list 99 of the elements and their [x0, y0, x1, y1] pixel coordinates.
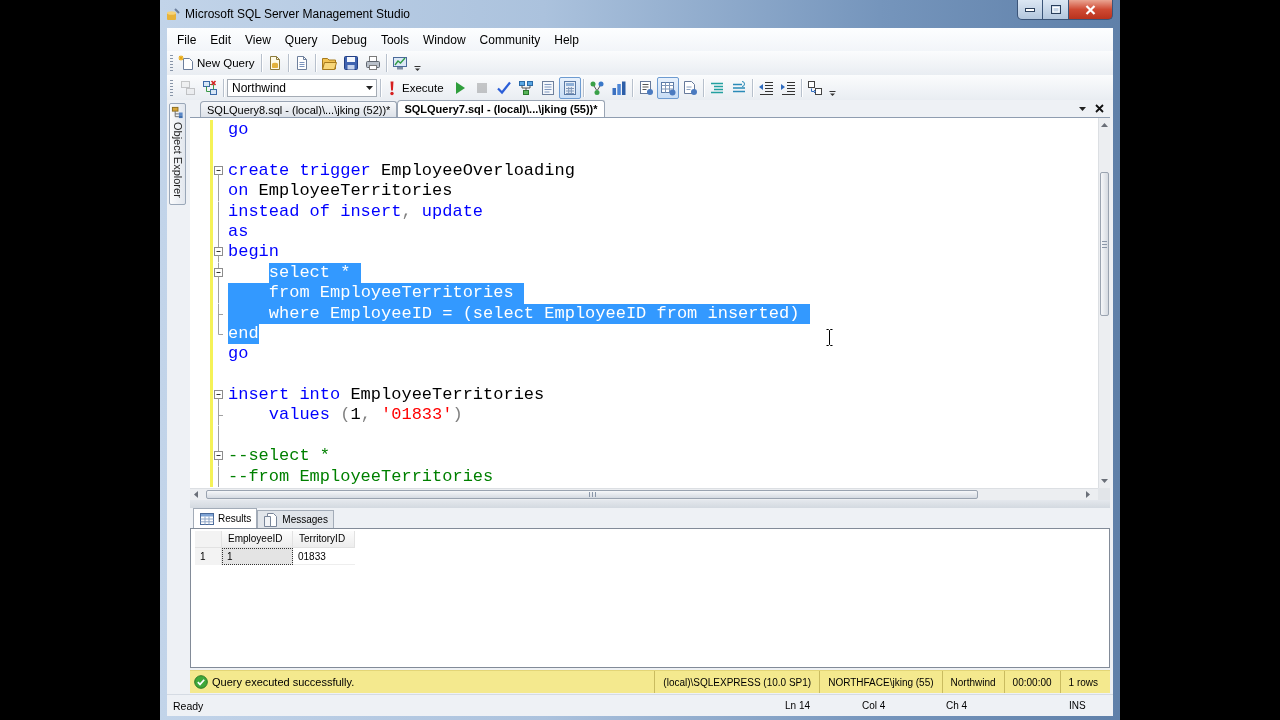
status-message: Query executed successfully.	[212, 676, 356, 688]
indent-icon[interactable]	[779, 79, 796, 96]
status-text: Ready	[172, 699, 205, 712]
replace-icon[interactable]	[806, 79, 823, 96]
close-button[interactable]	[1069, 0, 1113, 20]
code-line: begin	[228, 242, 280, 263]
scroll-thumb[interactable]	[1100, 172, 1109, 316]
overflow-icon[interactable]	[412, 66, 422, 72]
outline-guide	[218, 466, 219, 488]
character-number: Ch 4	[945, 700, 969, 711]
status-segment: (local)\SQLEXPRESS (10.0 SP1)	[654, 671, 820, 693]
column-header[interactable]: TerritoryID	[293, 531, 355, 548]
text-document-icon[interactable]	[637, 79, 654, 96]
app-icon	[166, 7, 180, 21]
object-explorer-tab[interactable]: Object Explorer	[168, 103, 186, 205]
grip-icon[interactable]	[170, 55, 173, 71]
minimize-icon	[1025, 7, 1035, 12]
code-line: go	[228, 120, 250, 141]
menu-item[interactable]: View	[238, 30, 278, 49]
line-number: Ln 14	[784, 700, 812, 711]
success-icon	[194, 675, 208, 689]
folder-icon[interactable]	[320, 55, 337, 71]
horizontal-scrollbar[interactable]	[190, 488, 1098, 500]
nodes-icon[interactable]	[588, 79, 605, 96]
code-line: --select *	[228, 446, 332, 467]
document-tab[interactable]: SQLQuery8.sql - (local)\...\jking (52))*	[200, 101, 398, 117]
scrollbar-corner	[1098, 488, 1110, 500]
up-arrow-icon[interactable]	[1101, 123, 1108, 127]
collapse-icon[interactable]	[214, 165, 223, 182]
minimize-button[interactable]	[1017, 0, 1043, 20]
code-line: create trigger EmployeeOverloading	[228, 160, 576, 182]
maximize-icon	[1050, 5, 1061, 14]
code-line: on EmployeeTerritories	[228, 181, 454, 202]
collapse-icon[interactable]	[214, 390, 223, 406]
results-tab[interactable]: Messages	[257, 510, 334, 528]
bar-chart-icon[interactable]	[610, 79, 627, 96]
scroll-thumb[interactable]	[206, 490, 978, 499]
menu-item[interactable]: Query	[277, 30, 325, 49]
maximize-button[interactable]	[1043, 0, 1069, 20]
down-arrow-icon[interactable]	[1101, 479, 1108, 483]
exclamation-icon	[388, 79, 396, 96]
status-segment: Northwind	[941, 671, 1004, 693]
collapse-icon[interactable]	[214, 262, 223, 284]
left-arrow-icon[interactable]	[194, 491, 198, 498]
document-icon[interactable]	[539, 79, 556, 96]
grid-corner	[195, 531, 222, 548]
flowchart-icon[interactable]	[517, 79, 534, 96]
close-icon	[1085, 4, 1096, 15]
outdent-icon[interactable]	[757, 79, 774, 96]
code-line: where EmployeeID = (select EmployeeID from inserted)	[228, 303, 810, 324]
code-line: insert into EmployeeTerritories	[228, 385, 546, 406]
code-line: values (1, '01833')	[267, 405, 464, 426]
checkmark-icon[interactable]	[495, 79, 512, 96]
save-icon[interactable]	[342, 55, 359, 71]
status-segment: 1 rows	[1059, 671, 1110, 693]
right-arrow-icon[interactable]	[1086, 491, 1090, 498]
menu-item[interactable]: Window	[415, 30, 473, 49]
monitor-chart-icon[interactable]	[391, 55, 408, 71]
vertical-scrollbar[interactable]	[1098, 118, 1110, 488]
code-line: select *	[268, 262, 361, 284]
grid-cell[interactable]: 1	[222, 548, 293, 565]
column-number: Col 4	[861, 700, 887, 711]
menu-item[interactable]: Tools	[373, 30, 416, 49]
caret-icon[interactable]	[1079, 106, 1086, 111]
menu-item[interactable]: Community	[472, 30, 548, 49]
new-query-button[interactable]: New Query	[177, 52, 259, 74]
insert-mode: INS	[1068, 700, 1087, 711]
grid-cell[interactable]: 01833	[293, 548, 355, 565]
overflow-icon[interactable]	[827, 90, 837, 97]
results-tab[interactable]: Results	[193, 508, 258, 528]
column-header[interactable]: EmployeeID	[222, 531, 293, 548]
status-segment: NORTHFACE\jking (55)	[819, 671, 942, 693]
collapse-icon[interactable]	[214, 446, 223, 467]
code-line: as	[228, 221, 250, 243]
grip-icon[interactable]	[170, 79, 173, 96]
window-title: Microsoft SQL Server Management Studio	[185, 7, 410, 21]
row-number: 1	[195, 548, 222, 565]
status-segment: 00:00:00	[1003, 671, 1060, 693]
code-line: from EmployeeTerritories	[228, 283, 524, 304]
collapse-icon[interactable]	[214, 242, 223, 263]
menu-item[interactable]: File	[170, 30, 204, 49]
document-tab[interactable]: SQLQuery7.sql - (local)\...\jking (55))*	[397, 100, 605, 117]
connection-icon[interactable]	[202, 79, 218, 96]
file-icon[interactable]	[681, 79, 698, 96]
code-line: instead of insert, update	[228, 201, 485, 222]
close-icon[interactable]	[1095, 104, 1104, 113]
code-line: go	[228, 344, 250, 365]
text-cursor-icon	[826, 329, 833, 346]
printer-icon[interactable]	[364, 55, 381, 71]
server-tree-icon	[170, 106, 184, 119]
menu-item[interactable]: Help	[547, 30, 586, 49]
execute-button[interactable]: Execute	[383, 76, 449, 99]
menu-item[interactable]: Debug	[324, 30, 374, 49]
menu-item[interactable]: Edit	[203, 30, 239, 49]
document-sparkle-icon	[178, 55, 194, 71]
caret-icon	[366, 85, 373, 90]
database-dropdown[interactable]: Northwind	[227, 78, 377, 97]
grid-icon	[200, 511, 214, 526]
code-line: --from EmployeeTerritories	[228, 466, 495, 488]
